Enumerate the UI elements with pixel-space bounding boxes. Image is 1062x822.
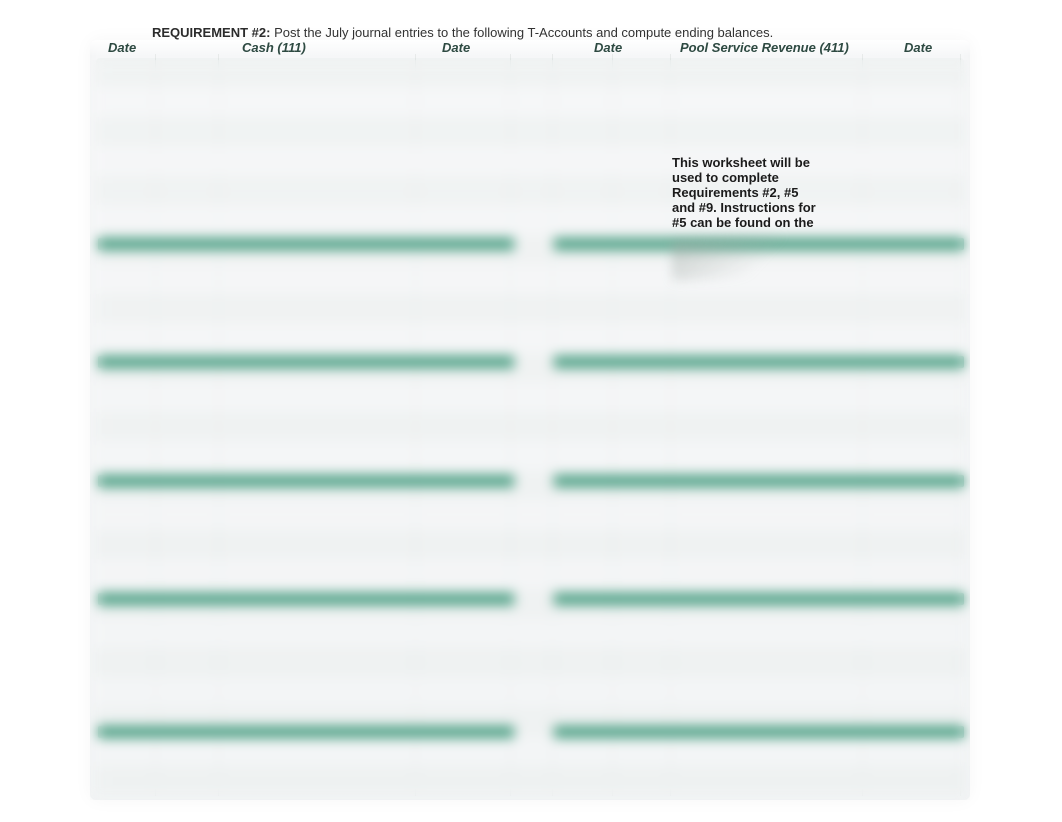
section-divider <box>554 726 964 738</box>
gridline <box>670 54 671 796</box>
gridline <box>862 54 863 796</box>
gridline <box>510 54 511 796</box>
column-header-date-left-right: Date <box>442 40 470 55</box>
section-divider <box>98 475 514 487</box>
gridline <box>960 54 961 796</box>
gridline <box>155 54 156 796</box>
column-header-account-right: Pool Service Revenue (411) <box>680 40 849 55</box>
note-line: This worksheet will be <box>672 155 810 170</box>
section-divider <box>554 475 964 487</box>
t-account-sheet <box>90 40 970 800</box>
requirement-text: Post the July journal entries to the fol… <box>270 25 773 40</box>
instruction-line: REQUIREMENT #2: Post the July journal en… <box>152 25 773 40</box>
note-line: and #9. Instructions for <box>672 200 816 215</box>
section-divider <box>554 356 964 368</box>
note-line: #5 can be found on the <box>672 215 814 230</box>
column-header-date-right: Date <box>594 40 622 55</box>
gridline <box>218 54 219 796</box>
page-root: REQUIREMENT #2: Post the July journal en… <box>0 0 1062 822</box>
gridline <box>415 54 416 796</box>
note-line: used to complete <box>672 170 779 185</box>
requirement-label: REQUIREMENT #2: <box>152 25 270 40</box>
worksheet-note: This worksheet will be used to complete … <box>672 156 862 277</box>
worksheet-note-text: This worksheet will be used to complete … <box>672 156 862 231</box>
section-divider <box>98 593 514 605</box>
note-pointer-tail <box>672 232 802 281</box>
section-divider <box>554 593 964 605</box>
gridline <box>612 54 613 796</box>
column-grid <box>90 40 970 800</box>
section-divider <box>98 726 514 738</box>
column-header-date-left: Date <box>108 40 136 55</box>
column-header-date-right-right: Date <box>904 40 932 55</box>
column-header-account-left: Cash (111) <box>242 40 306 55</box>
note-line: Requirements #2, #5 <box>672 185 798 200</box>
section-divider <box>98 238 514 250</box>
gridline <box>552 54 553 796</box>
section-divider <box>98 356 514 368</box>
